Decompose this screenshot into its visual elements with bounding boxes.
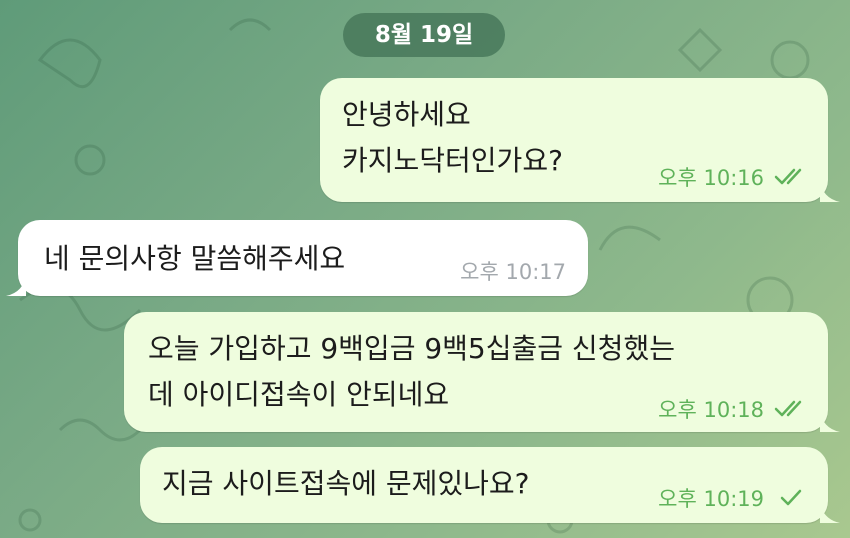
bubble-tail: [820, 501, 840, 523]
message-meta: 오후 10:17: [460, 256, 566, 286]
message-text-line: 오늘 가입하고 9백입금 9백5십출금 신청했는: [148, 332, 675, 365]
message-bubble-outgoing[interactable]: 안녕하세요 카지노닥터인가요? 오후 10:16: [320, 78, 840, 202]
single-check-icon: [780, 489, 802, 506]
message-bubble-outgoing[interactable]: 오늘 가입하고 9백입금 9백5십출금 신청했는 데 아이디접속이 안되네요 오…: [124, 312, 840, 432]
message-meta: 오후 10:18: [658, 394, 808, 424]
double-check-icon: [774, 168, 802, 185]
message-time: 오후 10:16: [658, 166, 764, 190]
chat-window: 8월 19일 안녕하세요 카지노닥터인가요? 오후 10:16 네 문의사항 말…: [0, 0, 850, 538]
message-text-line: 지금 사이트접속에 문제있나요?: [162, 467, 530, 500]
message-bubble-outgoing[interactable]: 지금 사이트접속에 문제있나요? 오후 10:19: [140, 447, 840, 523]
message-time: 오후 10:17: [460, 260, 566, 284]
message-meta: 오후 10:19: [658, 483, 808, 513]
bubble-tail: [820, 410, 840, 432]
message-time: 오후 10:18: [658, 398, 764, 422]
double-check-icon: [774, 400, 802, 417]
message-text-line: 데 아이디접속이 안되네요: [148, 378, 450, 411]
message-time: 오후 10:19: [658, 487, 764, 511]
message-text-line: 네 문의사항 말씀해주세요: [44, 242, 346, 275]
message-meta: 오후 10:16: [658, 162, 808, 192]
date-separator: 8월 19일: [343, 13, 505, 57]
bubble-tail: [6, 274, 26, 296]
message-bubble-incoming[interactable]: 네 문의사항 말씀해주세요 오후 10:17: [6, 220, 588, 296]
message-text-line: 카지노닥터인가요?: [342, 144, 563, 177]
bubble-tail: [820, 180, 840, 202]
message-text-line: 안녕하세요: [342, 98, 471, 131]
